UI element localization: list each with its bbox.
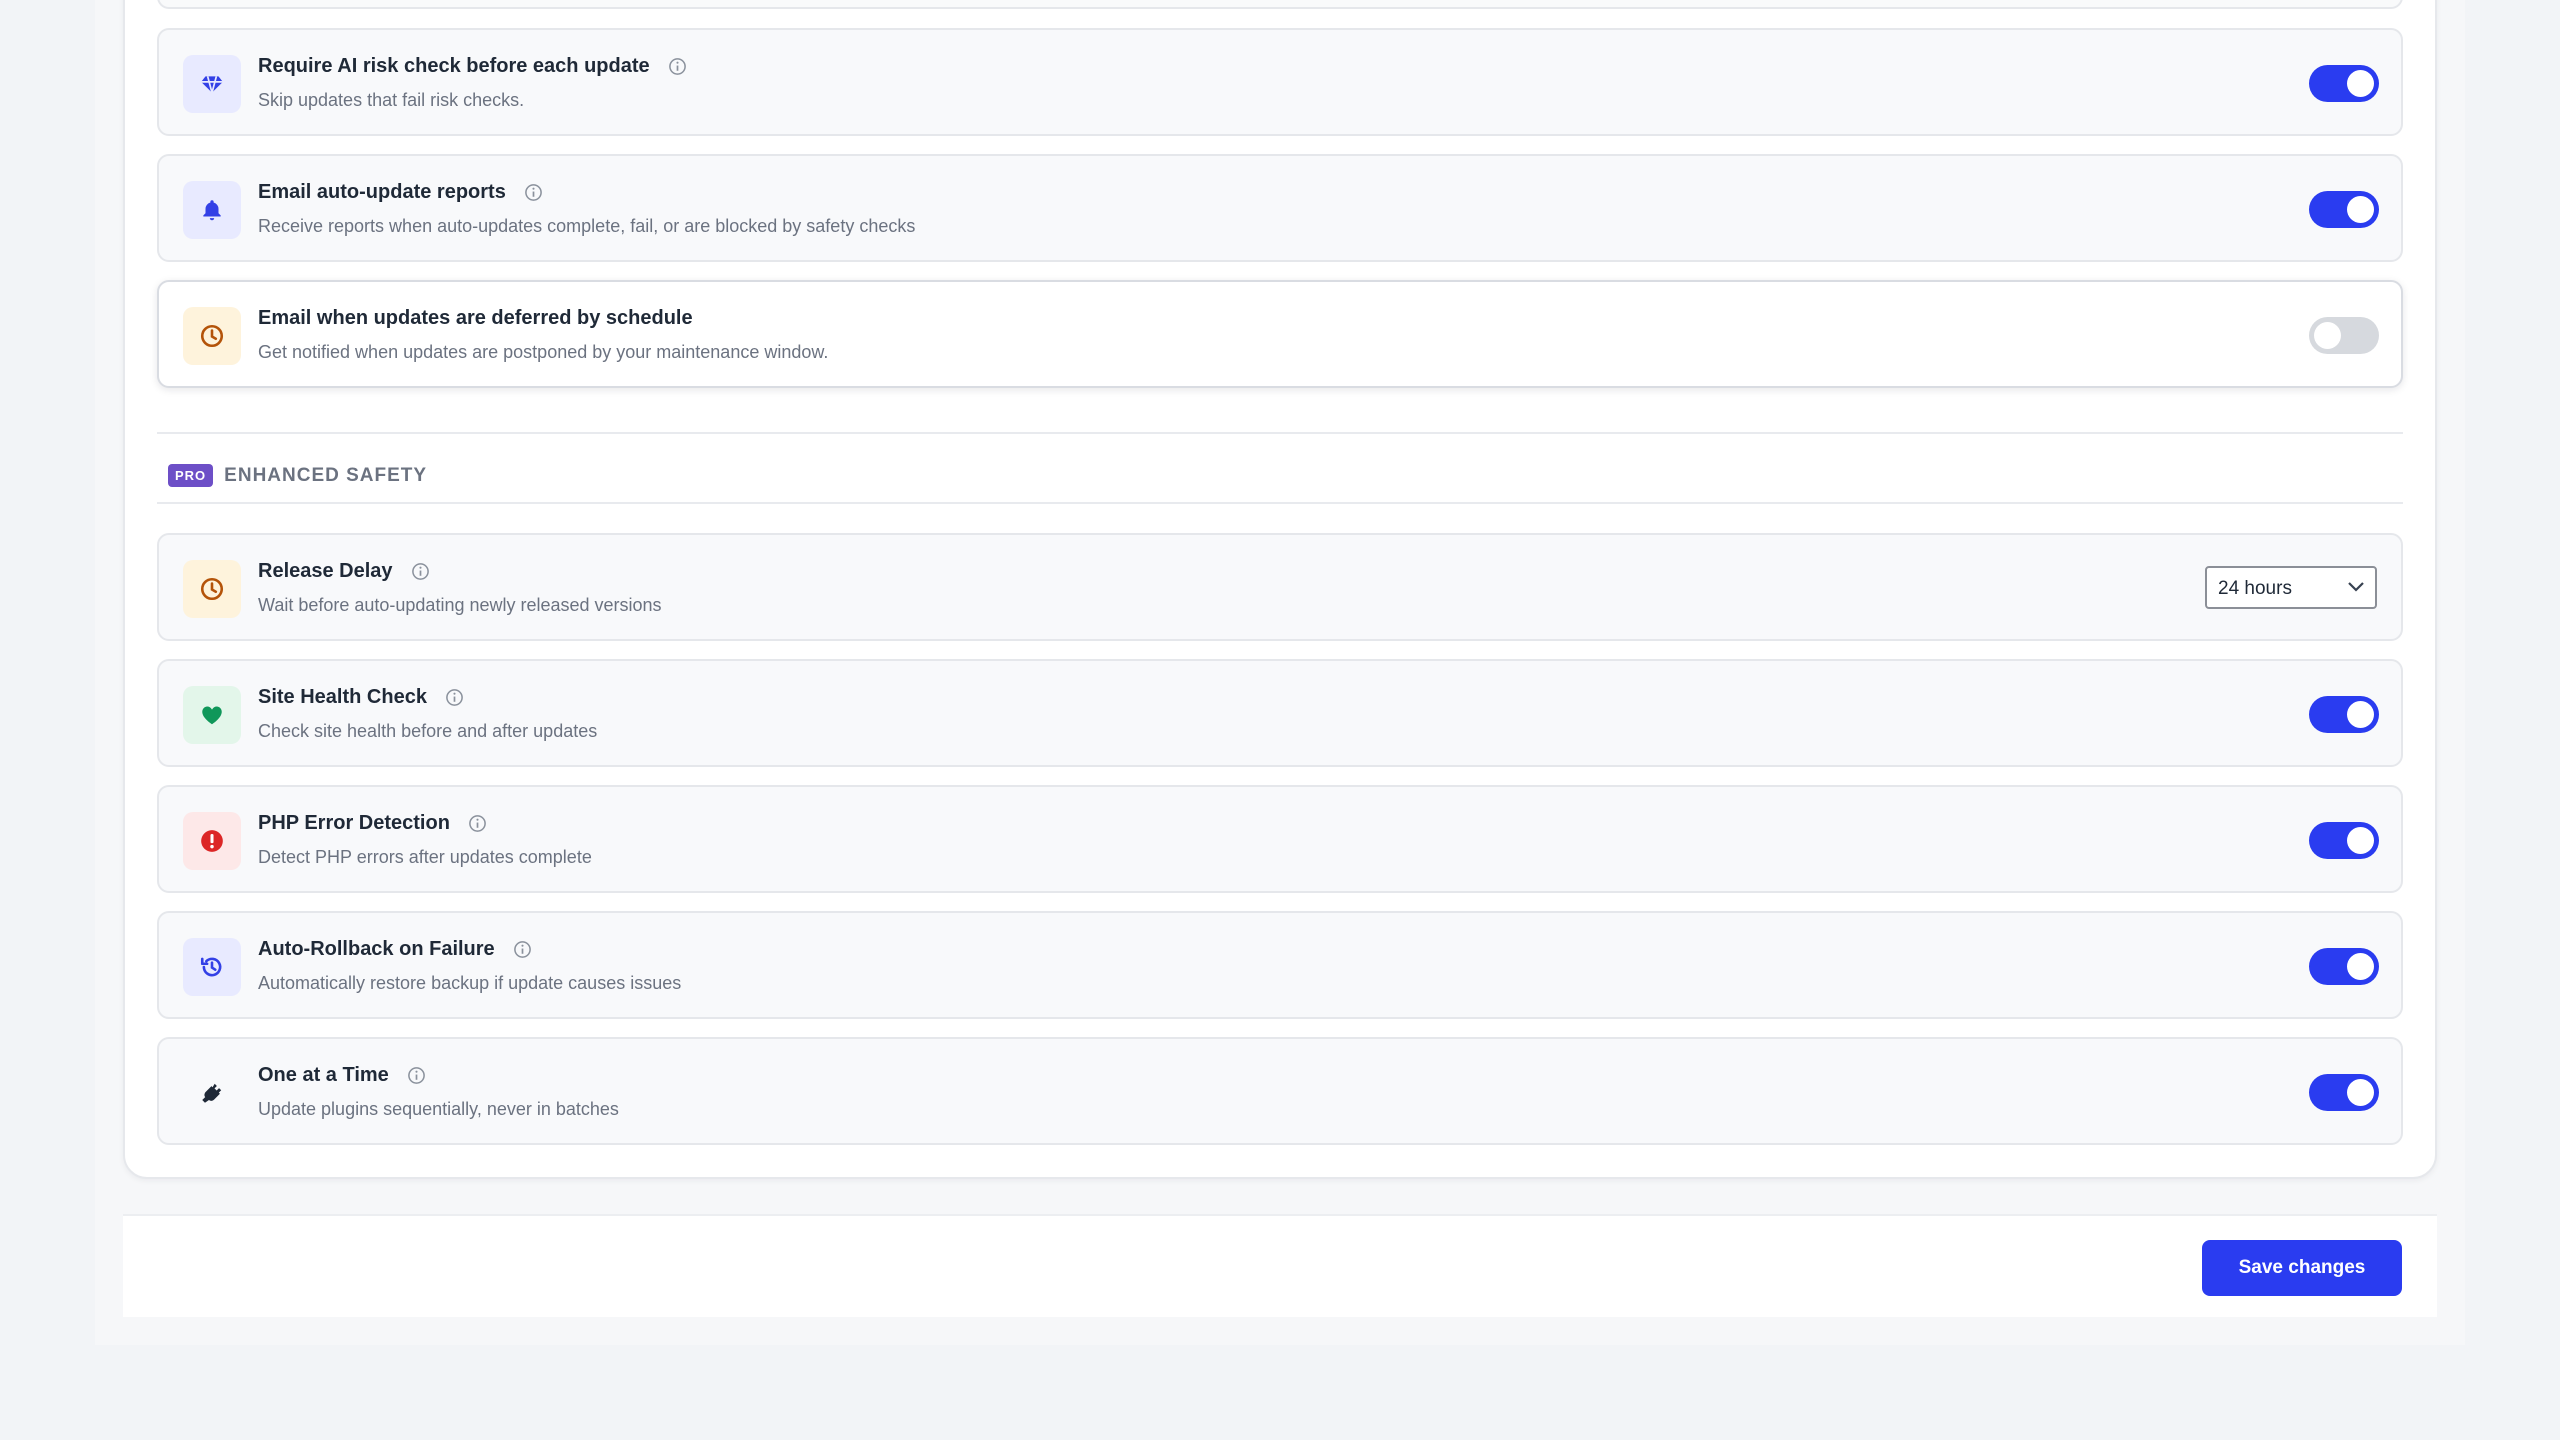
info-icon[interactable] [407,1066,426,1085]
setting-description: Skip updates that fail risk checks. [258,90,525,110]
setting-row-auto-rollback: Auto-Rollback on Failure Automatically r… [157,911,2403,1019]
settings-footer: Save changes [123,1214,2437,1317]
setting-description: Receive reports when auto-updates comple… [258,216,916,236]
setting-title: Require AI risk check before each update [258,55,687,78]
setting-description: Check site health before and after updat… [258,721,598,741]
section-header-enhanced-safety: PRO ENHANCED SAFETY [168,464,427,487]
toggle-knob [2347,70,2374,97]
setting-title: Site Health Check [258,686,464,709]
setting-description: Detect PHP errors after updates complete [258,847,592,867]
release-delay-select[interactable]: 24 hours [2205,566,2377,609]
setting-title: Email when updates are deferred by sched… [258,307,693,330]
setting-title-text: Require AI risk check before each update [258,55,650,77]
clock-icon [183,307,241,365]
previous-row-edge [157,0,2403,9]
email-deferred-toggle[interactable] [2309,317,2379,354]
setting-title-text: One at a Time [258,1064,389,1086]
toggle-knob [2347,701,2374,728]
ai-risk-check-toggle[interactable] [2309,65,2379,102]
php-error-toggle[interactable] [2309,822,2379,859]
toggle-knob [2347,953,2374,980]
section-divider [157,502,2403,504]
setting-title: One at a Time [258,1064,426,1087]
setting-row-release-delay: Release Delay Wait before auto-updating … [157,533,2403,641]
alert-circle-icon [183,812,241,870]
setting-title-text: Email when updates are deferred by sched… [258,307,693,329]
setting-description: Get notified when updates are postponed … [258,342,829,362]
setting-title: Email auto-update reports [258,181,543,204]
setting-title-text: Site Health Check [258,686,427,708]
site-health-toggle[interactable] [2309,696,2379,733]
history-icon [183,938,241,996]
info-icon[interactable] [668,57,687,76]
clock-icon [183,560,241,618]
auto-rollback-toggle[interactable] [2309,948,2379,985]
setting-title-text: Email auto-update reports [258,181,506,203]
setting-description: Update plugins sequentially, never in ba… [258,1099,619,1119]
setting-title: Auto-Rollback on Failure [258,938,532,961]
plug-icon [183,1064,241,1122]
bell-icon [183,181,241,239]
one-at-a-time-toggle[interactable] [2309,1074,2379,1111]
save-changes-button[interactable]: Save changes [2202,1240,2402,1296]
setting-row-ai-risk-check: Require AI risk check before each update… [157,28,2403,136]
toggle-knob [2347,196,2374,223]
section-title: ENHANCED SAFETY [224,464,428,486]
section-divider [157,432,2403,434]
setting-row-site-health: Site Health Check Check site health befo… [157,659,2403,767]
setting-title-text: PHP Error Detection [258,812,450,834]
toggle-knob [2314,322,2341,349]
setting-row-email-reports: Email auto-update reports Receive report… [157,154,2403,262]
setting-description: Wait before auto-updating newly released… [258,595,662,615]
toggle-knob [2347,827,2374,854]
setting-title-text: Release Delay [258,560,393,582]
setting-title: PHP Error Detection [258,812,487,835]
email-reports-toggle[interactable] [2309,191,2379,228]
info-icon[interactable] [513,940,532,959]
info-icon[interactable] [524,183,543,202]
pro-badge: PRO [168,464,214,487]
setting-title: Release Delay [258,560,430,583]
info-icon[interactable] [468,814,487,833]
setting-row-one-at-a-time: One at a Time Update plugins sequentiall… [157,1037,2403,1145]
chevron-down-icon [2348,582,2364,592]
info-icon[interactable] [445,688,464,707]
setting-description: Automatically restore backup if update c… [258,973,682,993]
diamond-icon [183,55,241,113]
info-icon[interactable] [411,562,430,581]
heart-icon [183,686,241,744]
select-value: 24 hours [2218,578,2292,599]
toggle-knob [2347,1079,2374,1106]
setting-row-email-deferred: Email when updates are deferred by sched… [157,280,2403,388]
setting-title-text: Auto-Rollback on Failure [258,938,495,960]
setting-row-php-error: PHP Error Detection Detect PHP errors af… [157,785,2403,893]
